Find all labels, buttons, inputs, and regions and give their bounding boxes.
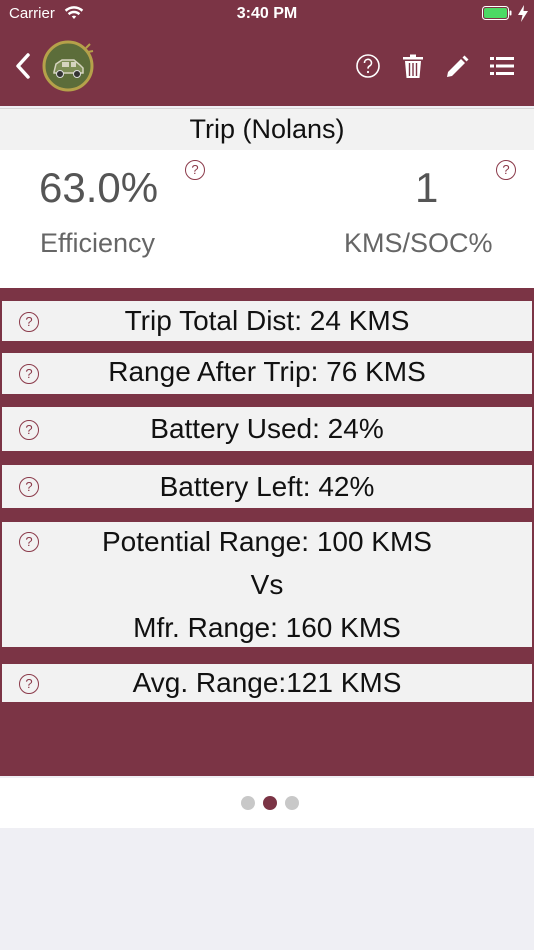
battery-left-text: Battery Left: 42% [159,471,375,502]
edit-pencil-icon[interactable] [444,53,470,79]
stat-row-trip-total-dist: ? Trip Total Dist: 24 KMS [2,301,532,341]
charging-bolt-icon [518,5,528,22]
avg-range-text: Avg. Range:121 KMS [132,667,402,698]
app-logo-car-icon [42,40,94,92]
range-after-trip-text: Range After Trip: 76 KMS [108,356,426,387]
stat-row-battery-left: ? Battery Left: 42% [2,465,532,508]
help-icon[interactable] [355,53,381,79]
efficiency-label: Efficiency [40,228,156,258]
kms-soc-value: 1 [415,164,439,211]
list-icon[interactable] [489,53,515,79]
trip-summary: 63.0% ? Efficiency 1 ? KMS/SOC% [0,150,534,288]
nav-header: Carrier 3:40 PM [0,0,534,106]
stat-row-battery-used: ? Battery Used: 24% [2,407,532,451]
potential-range-text: Potential Range: 100 KMS [102,526,432,557]
efficiency-value: 63.0% [39,164,159,211]
status-time: 3:40 PM [236,5,298,22]
page-dot-1[interactable] [241,796,255,810]
battery-used-text: Battery Used: 24% [150,413,384,444]
kms-soc-help-icon[interactable]: ? [496,160,516,180]
back-chevron-icon[interactable] [12,52,34,80]
efficiency-help-icon[interactable]: ? [185,160,205,180]
stat-row-range-after-trip: ? Range After Trip: 76 KMS [2,353,532,394]
trip-total-dist-text: Trip Total Dist: 24 KMS [124,305,410,336]
battery-icon [482,6,512,20]
stat-row-avg-range: ? Avg. Range:121 KMS [2,664,532,702]
kms-soc-label: KMS/SOC% [344,228,493,258]
vs-text: Vs [250,569,284,600]
page-dot-3[interactable] [285,796,299,810]
trip-stats-panel: ? Trip Total Dist: 24 KMS ? Range After … [0,288,534,776]
page-dot-2-active[interactable] [263,796,277,810]
trash-icon[interactable] [400,53,426,79]
stat-row-potential-range: ? Potential Range: 100 KMS Vs Mfr. Range… [2,522,532,647]
mfr-range-text: Mfr. Range: 160 KMS [133,612,401,643]
status-bar: Carrier 3:40 PM [0,0,534,28]
trip-title: Trip (Nolans) [0,108,534,151]
